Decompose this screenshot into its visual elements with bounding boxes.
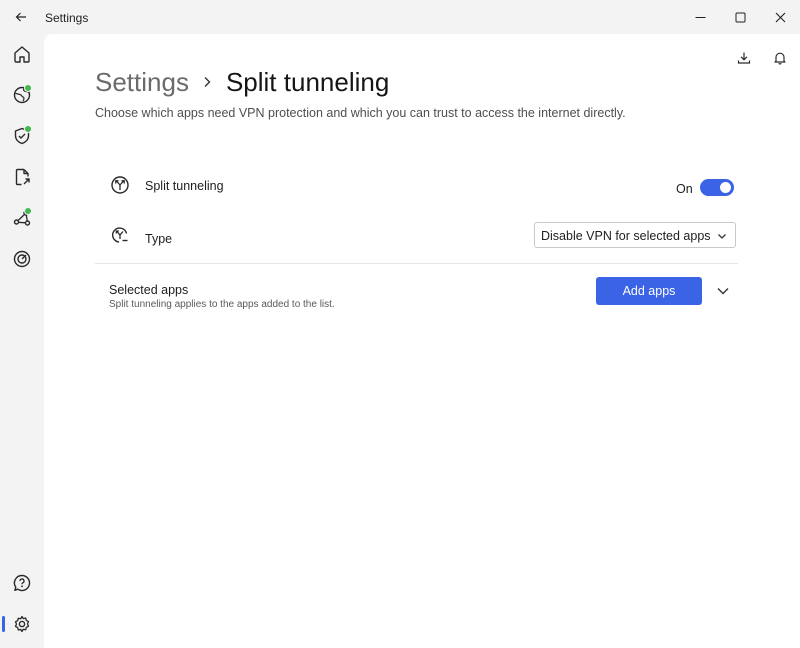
split-tunneling-icon-wrap	[109, 174, 131, 196]
type-dropdown[interactable]: Disable VPN for selected apps	[534, 222, 736, 248]
toggle-knob	[720, 182, 731, 193]
nav-item-meshnet[interactable]	[4, 200, 40, 236]
maximize-icon	[735, 12, 745, 22]
maximize-button[interactable]	[720, 0, 760, 34]
close-button[interactable]	[760, 0, 800, 34]
nav-item-help[interactable]	[4, 565, 40, 601]
nav-item-settings[interactable]	[4, 606, 40, 642]
split-arrows-icon	[111, 176, 129, 194]
breadcrumb-parent[interactable]: Settings	[95, 66, 189, 98]
help-chat-icon	[13, 574, 31, 592]
download-icon	[737, 52, 751, 64]
dropdown-chevron	[717, 231, 727, 241]
chevron-right-icon	[204, 77, 211, 87]
gear-icon	[14, 615, 30, 633]
type-icon-wrap	[109, 224, 131, 246]
window-title: Settings	[45, 11, 89, 25]
page-description: Choose which apps need VPN protection an…	[95, 106, 626, 120]
status-dot	[24, 207, 32, 215]
toggle-state-text: On	[676, 182, 693, 196]
type-label: Type	[145, 232, 173, 246]
minimize-button[interactable]	[680, 0, 720, 34]
home-icon	[14, 46, 30, 63]
active-indicator	[2, 616, 5, 632]
title-bar: Settings	[0, 0, 800, 34]
arrow-left-icon	[15, 12, 26, 22]
expand-selected-apps-button[interactable]	[715, 283, 731, 299]
file-share-icon	[15, 168, 30, 186]
split-type-icon	[112, 227, 128, 243]
chevron-down-icon	[717, 288, 729, 295]
nav-item-dark-web-monitor[interactable]	[4, 241, 40, 277]
breadcrumb-separator	[203, 76, 212, 88]
type-dropdown-value: Disable VPN for selected apps	[541, 229, 711, 243]
selected-apps-title: Selected apps	[109, 283, 189, 297]
nav-rail	[0, 34, 44, 648]
add-apps-button[interactable]: Add apps	[596, 277, 702, 305]
close-icon	[775, 12, 785, 22]
selected-apps-row: Selected apps Split tunneling applies to…	[95, 277, 738, 313]
target-icon	[13, 250, 31, 268]
split-tunneling-toggle[interactable]	[700, 179, 734, 196]
page-title: Split tunneling	[225, 67, 390, 97]
bell-icon	[774, 52, 786, 65]
notifications-button[interactable]	[770, 48, 790, 68]
settings-content: Settings Split tunneling Choose which ap…	[44, 34, 800, 648]
chevron-down-icon	[718, 234, 726, 239]
nav-item-vpn[interactable]	[4, 77, 40, 113]
type-row: Type Disable VPN for selected apps	[95, 222, 738, 252]
nav-item-protection[interactable]	[4, 118, 40, 154]
minimize-icon	[695, 16, 705, 18]
breadcrumb: Settings Split tunneling	[95, 66, 389, 98]
back-button[interactable]	[8, 5, 34, 29]
nav-item-file-sharing[interactable]	[4, 159, 40, 195]
split-tunneling-row: Split tunneling On	[95, 174, 738, 202]
selected-apps-subtitle: Split tunneling applies to the apps adde…	[109, 299, 335, 310]
download-button[interactable]	[734, 48, 754, 68]
split-tunneling-label: Split tunneling	[145, 179, 224, 193]
section-divider	[95, 263, 738, 264]
status-dot	[24, 84, 32, 92]
nav-item-home[interactable]	[4, 36, 40, 72]
status-dot	[24, 125, 32, 133]
